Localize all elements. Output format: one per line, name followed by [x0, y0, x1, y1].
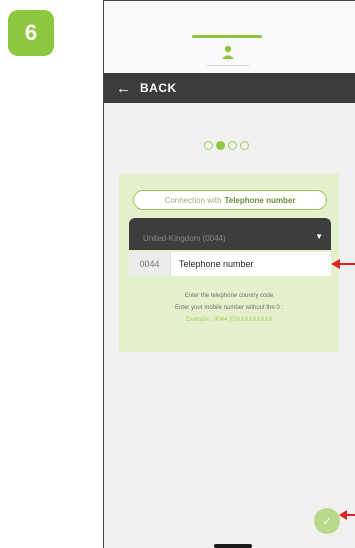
- connection-mode-button[interactable]: Connection with Telephone number: [133, 190, 327, 210]
- phone-number-row: 0044: [129, 252, 331, 276]
- phone-login-panel: Connection with Telephone number United-…: [119, 174, 339, 352]
- progress-dot: [240, 141, 249, 150]
- red-arrow-icon: [331, 259, 355, 269]
- arrow-left-icon[interactable]: ←: [116, 80, 131, 97]
- instruction-country-code: Enter the telephone country code: [184, 293, 274, 299]
- connection-mode-prefix: Connection with: [164, 195, 222, 205]
- dial-code-field[interactable]: 0044: [129, 252, 171, 276]
- progress-dots: [204, 141, 249, 150]
- step-number: 6: [24, 20, 38, 45]
- example-number: Exemple : 0044 (0)XXXXXXXXX: [185, 317, 273, 323]
- country-select[interactable]: United-Kingdom (0044) ▼: [129, 218, 331, 250]
- progress-dot: [228, 141, 237, 150]
- nav-bar: ← BACK: [104, 73, 355, 103]
- back-button[interactable]: BACK: [140, 81, 177, 95]
- progress-dot: [204, 141, 213, 150]
- connection-mode-label: Telephone number: [224, 195, 296, 205]
- top-accent-line: [192, 35, 262, 38]
- phone-screen: ← BACK Connection with Telephone number …: [103, 0, 355, 548]
- red-arrow-icon: [339, 510, 355, 520]
- top-header: [104, 1, 355, 73]
- home-indicator: [214, 544, 252, 548]
- person-icon: [222, 45, 234, 59]
- top-underline: [207, 65, 249, 66]
- check-icon: ✓: [322, 515, 332, 528]
- confirm-button[interactable]: ✓: [314, 508, 340, 534]
- country-select-value: United-Kingdom (0044): [143, 234, 226, 243]
- instruction-mobile-number: Enter your mobile number without the 0 :: [174, 305, 284, 311]
- caret-down-icon: ▼: [315, 232, 323, 241]
- progress-dot-active: [216, 141, 225, 150]
- telephone-number-input[interactable]: [171, 252, 331, 276]
- step-badge: 6: [8, 10, 54, 56]
